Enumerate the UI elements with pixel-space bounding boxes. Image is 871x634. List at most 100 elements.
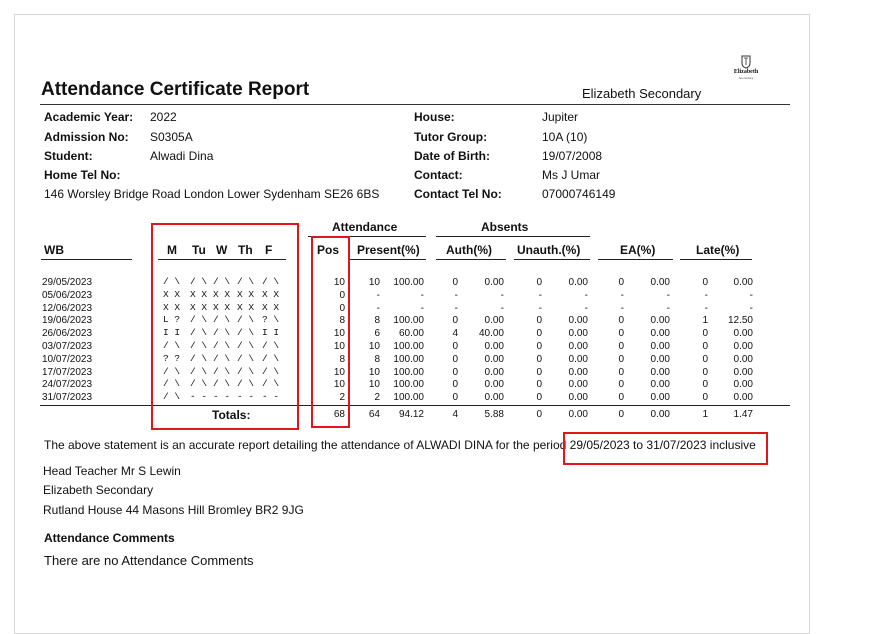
crest-icon [741,55,751,69]
row-present: 10 [368,341,380,352]
group-header-attendance: Attendance [332,220,398,234]
row-late: 0 [702,328,708,340]
comments-text: There are no Attendance Comments [44,553,254,568]
row-present-pct: 100.00 [393,392,424,404]
student-address: 146 Worsley Bridge Road London Lower Syd… [44,187,380,201]
row-ea: 0 [618,392,624,404]
row-ea-pct: - [666,289,670,301]
row-auth: - [454,302,458,314]
row-auth-pct: 0.00 [484,353,504,365]
row-ea: 0 [618,353,624,365]
row-unauth: 0 [536,353,542,365]
row-late: 0 [702,379,708,391]
label-house: House: [414,110,455,124]
totals-unauth-pct: 0.00 [568,409,588,420]
absents-underline [436,236,590,237]
row-late-pct: 0.00 [733,277,753,288]
header-divider [40,104,790,105]
row-unauth: 0 [536,277,542,288]
row-ea: 0 [618,315,624,327]
row-present: 10 [368,277,380,288]
row-late-pct: 0.00 [733,328,753,340]
row-auth-pct: 0.00 [484,366,504,378]
row-wb-date: 31/07/2023 [42,392,93,404]
row-auth-pct: 0.00 [484,379,504,391]
value-admission-no: S0305A [150,130,193,144]
row-present: 8 [374,315,380,327]
row-present-pct: 100.00 [393,366,424,378]
row-wb-date: 03/07/2023 [42,341,93,352]
row-unauth-pct: 0.00 [568,366,588,378]
totals-auth: 4 [452,409,458,420]
row-ea-pct: 0.00 [650,366,670,378]
row-auth: 0 [452,341,458,352]
row-late: 1 [702,315,708,327]
row-auth: 0 [452,366,458,378]
row-ea-pct: 0.00 [650,353,670,365]
row-late-pct: 12.50 [727,315,753,327]
row-present: 6 [374,328,380,340]
ea-underline [598,259,673,260]
row-late: - [704,302,708,314]
row-ea: 0 [618,341,624,352]
value-student: Alwadi Dina [150,149,214,163]
row-unauth-pct: 0.00 [568,392,588,404]
label-contact-tel: Contact Tel No: [414,187,502,201]
totals-present-pct: 94.12 [398,409,424,420]
col-header-unauth: Unauth.(%) [517,243,581,257]
row-unauth-pct: - [584,302,588,314]
row-present: 2 [374,392,380,404]
row-auth: - [454,289,458,301]
row-present-pct: - [420,289,424,301]
row-unauth-pct: 0.00 [568,379,588,391]
row-late: 0 [702,277,708,288]
row-present: 10 [368,379,380,391]
row-late-pct: 0.00 [733,392,753,404]
value-contact: Ms J Umar [542,168,600,182]
label-tutor-group: Tutor Group: [414,130,488,144]
row-late-pct: 0.00 [733,341,753,352]
school-name: Elizabeth Secondary [582,86,702,101]
row-auth-pct: - [500,302,504,314]
row-auth-pct: 0.00 [484,341,504,352]
row-ea-pct: 0.00 [650,328,670,340]
row-unauth: 0 [536,341,542,352]
col-header-late: Late(%) [696,243,740,257]
label-home-tel: Home Tel No: [44,168,121,182]
row-unauth-pct: - [584,289,588,301]
value-house: Jupiter [542,110,579,124]
row-wb-date: 10/07/2023 [42,353,93,365]
totals-ea-pct: 0.00 [650,409,670,420]
row-auth: 0 [452,315,458,327]
row-late-pct: 0.00 [733,366,753,378]
row-unauth-pct: 0.00 [568,353,588,365]
value-contact-tel: 07000746149 [542,187,616,201]
logo-text: Elizabeth [733,69,759,75]
row-unauth: - [538,289,542,301]
row-unauth: 0 [536,392,542,404]
row-auth: 4 [452,328,458,340]
row-ea: 0 [618,277,624,288]
row-wb-date: 17/07/2023 [42,366,93,378]
late-underline [680,259,752,260]
row-ea: 0 [618,366,624,378]
col-header-ea: EA(%) [620,243,656,257]
row-present-pct: - [420,302,424,314]
row-late-pct: - [749,302,753,314]
label-student: Student: [44,149,93,163]
label-contact: Contact: [414,168,463,182]
school-logo: Elizabeth Secondary [726,55,766,80]
report-title: Attendance Certificate Report [41,79,310,100]
row-late-pct: - [749,289,753,301]
row-ea-pct: 0.00 [650,315,670,327]
group-header-absents: Absents [481,220,529,234]
row-wb-date: 19/06/2023 [42,315,93,327]
signoff-school: Elizabeth Secondary [43,483,154,497]
row-present-pct: 100.00 [393,379,424,391]
row-wb-date: 24/07/2023 [42,379,93,391]
row-present: 8 [374,353,380,365]
row-ea-pct: 0.00 [650,341,670,352]
totals-late: 1 [702,409,708,420]
value-dob: 19/07/2008 [542,149,603,163]
statement-text: The above statement is an accurate repor… [44,438,567,452]
